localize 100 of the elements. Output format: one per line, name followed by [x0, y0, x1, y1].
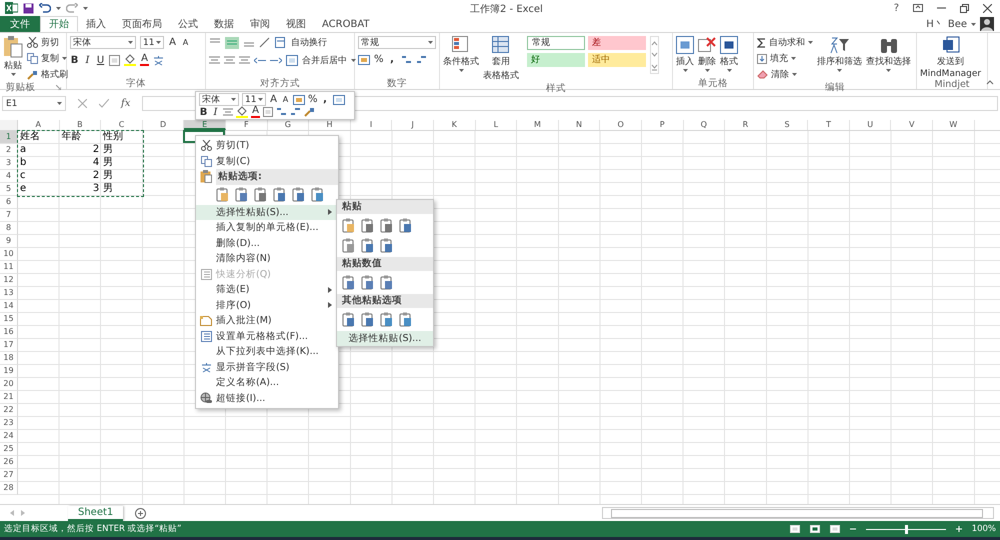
column-header[interactable]: W — [933, 120, 975, 130]
row-header[interactable]: 4 — [0, 170, 18, 183]
ribbon-tab[interactable]: 视图 — [278, 16, 314, 32]
paste-option-icon[interactable] — [311, 186, 324, 202]
autosum-button[interactable]: 自动求和 — [769, 36, 805, 49]
menu-item[interactable]: 清除内容(N) — [196, 251, 338, 266]
grow-font-button[interactable]: A — [269, 94, 278, 105]
menu-item[interactable]: 删除(D)... — [196, 236, 338, 251]
column-header[interactable]: M — [517, 120, 559, 130]
paste-option-icon[interactable] — [342, 238, 355, 253]
font-color-button[interactable]: A — [251, 106, 260, 118]
format-painter-button[interactable]: 格式刷 — [41, 68, 68, 81]
insert-button[interactable]: 插入 — [676, 55, 694, 68]
paste-option-icon[interactable] — [273, 186, 286, 202]
column-header[interactable]: U — [850, 120, 892, 130]
ribbon-tab[interactable]: 审阅 — [242, 16, 278, 32]
excel-logo-icon[interactable] — [5, 2, 18, 14]
zoom-in-icon[interactable] — [956, 526, 962, 532]
paste-option-icon[interactable] — [380, 218, 393, 233]
fill-color-icon[interactable] — [124, 54, 136, 66]
column-header[interactable]: S — [766, 120, 808, 130]
menu-item-label[interactable]: 插入复制的单元格(E)... — [216, 221, 338, 234]
row-header[interactable]: 11 — [0, 261, 18, 274]
column-header[interactable]: R — [725, 120, 767, 130]
orientation-icon[interactable] — [259, 37, 271, 48]
horizontal-scrollbar[interactable] — [602, 507, 994, 519]
column-header[interactable]: L — [476, 120, 518, 130]
add-sheet-icon[interactable] — [135, 508, 146, 518]
row-header[interactable]: 27 — [0, 469, 18, 482]
menu-item-label[interactable]: 从下拉列表中选择(K)... — [216, 345, 338, 358]
decrease-decimal-icon[interactable] — [416, 54, 427, 64]
menu-item-label[interactable]: 超链接(I)... — [216, 392, 338, 405]
menu-item[interactable]: 选择性粘贴(S)... — [337, 331, 433, 346]
column-header[interactable]: K — [434, 120, 476, 130]
sheet-tab[interactable]: Sheet1 — [68, 506, 124, 520]
column-header[interactable]: J — [392, 120, 434, 130]
menu-item-label[interactable]: 插入批注(M) — [216, 314, 338, 328]
paste-option-icon[interactable] — [342, 218, 355, 233]
row-header[interactable]: 23 — [0, 417, 18, 430]
cell-style-swatch[interactable]: 差 — [588, 36, 646, 50]
cell-style-swatch[interactable]: 适中 — [588, 53, 646, 67]
sort-filter-button[interactable]: 排序和筛选 — [817, 55, 862, 68]
row-header[interactable]: 12 — [0, 274, 18, 287]
clear-button[interactable]: 清除 — [771, 68, 789, 81]
name-box[interactable]: E1 — [2, 96, 66, 111]
font-name-dropdown[interactable]: 宋体 — [199, 93, 239, 106]
format-button[interactable]: 格式 — [720, 55, 738, 68]
menu-item-label[interactable]: 筛选(E) — [216, 283, 328, 296]
copy-button[interactable]: 复制 — [41, 52, 59, 65]
column-header[interactable]: E — [184, 120, 226, 130]
menu-item[interactable]: 定义名称(A)... — [196, 375, 338, 390]
help-button[interactable]: ? — [894, 2, 899, 14]
paste-option-icon[interactable] — [254, 186, 267, 202]
paste-option-icon[interactable] — [399, 218, 412, 233]
indent-icon[interactable] — [270, 56, 282, 65]
table-format-icon[interactable] — [492, 36, 510, 54]
paste-option-icon[interactable] — [380, 275, 393, 290]
paste-option-icon[interactable] — [380, 238, 393, 253]
restore-icon[interactable] — [960, 4, 969, 12]
redo-icon[interactable] — [66, 3, 78, 13]
conditional-format-icon[interactable] — [452, 36, 470, 54]
increase-decimal-icon[interactable] — [276, 107, 287, 117]
menu-item-label[interactable]: 排序(O) — [216, 298, 328, 312]
font-color-button[interactable]: A — [140, 54, 149, 66]
row-header[interactable]: 24 — [0, 430, 18, 443]
row-header[interactable]: 14 — [0, 300, 18, 313]
find-select-button[interactable]: 查找和选择 — [866, 55, 911, 68]
send-to-label[interactable]: MindManager — [920, 69, 982, 79]
eraser-icon[interactable] — [757, 70, 768, 79]
zoom-out-icon[interactable] — [850, 526, 856, 532]
conditional-format-button[interactable]: 条件格式 — [443, 55, 479, 68]
paste-option-icon[interactable] — [235, 186, 248, 202]
outdent-icon[interactable] — [254, 56, 266, 65]
ribbon-tab[interactable]: 开始 — [40, 16, 78, 32]
paste-option-icon[interactable] — [216, 186, 229, 202]
file-tab[interactable]: 文件 — [0, 16, 40, 32]
zoom-level[interactable]: 100% — [972, 524, 996, 534]
menu-item-label[interactable]: 定义名称(A)... — [216, 376, 338, 390]
ribbon-display-icon[interactable] — [913, 4, 923, 12]
row-header[interactable]: 6 — [0, 196, 18, 209]
percent-button[interactable]: % — [308, 94, 318, 105]
cell-style-swatch[interactable]: 好 — [527, 53, 585, 67]
wrap-text-icon[interactable] — [275, 37, 287, 48]
paste-button[interactable]: 粘贴 — [4, 59, 22, 72]
row-header[interactable]: 17 — [0, 339, 18, 352]
menu-item[interactable]: 插入批注(M) — [196, 313, 338, 328]
row-header[interactable]: 8 — [0, 222, 18, 235]
row-header[interactable]: 18 — [0, 352, 18, 365]
paste-option-icon[interactable] — [380, 312, 393, 327]
column-header[interactable]: B — [60, 120, 102, 130]
row-header[interactable]: 22 — [0, 404, 18, 417]
paste-option-icon[interactable] — [361, 312, 374, 327]
clipboard-icon[interactable] — [3, 36, 23, 58]
row-header[interactable]: 9 — [0, 235, 18, 248]
paste-option-icon[interactable] — [361, 275, 374, 290]
delete-cells-icon[interactable] — [698, 36, 716, 54]
increase-decimal-icon[interactable] — [400, 54, 412, 64]
menu-item-label[interactable]: 选择性粘贴(S)... — [216, 206, 328, 219]
merge-center-button[interactable]: 合并后居中 — [302, 54, 347, 67]
menu-item[interactable]: 筛选(E) — [196, 282, 338, 298]
